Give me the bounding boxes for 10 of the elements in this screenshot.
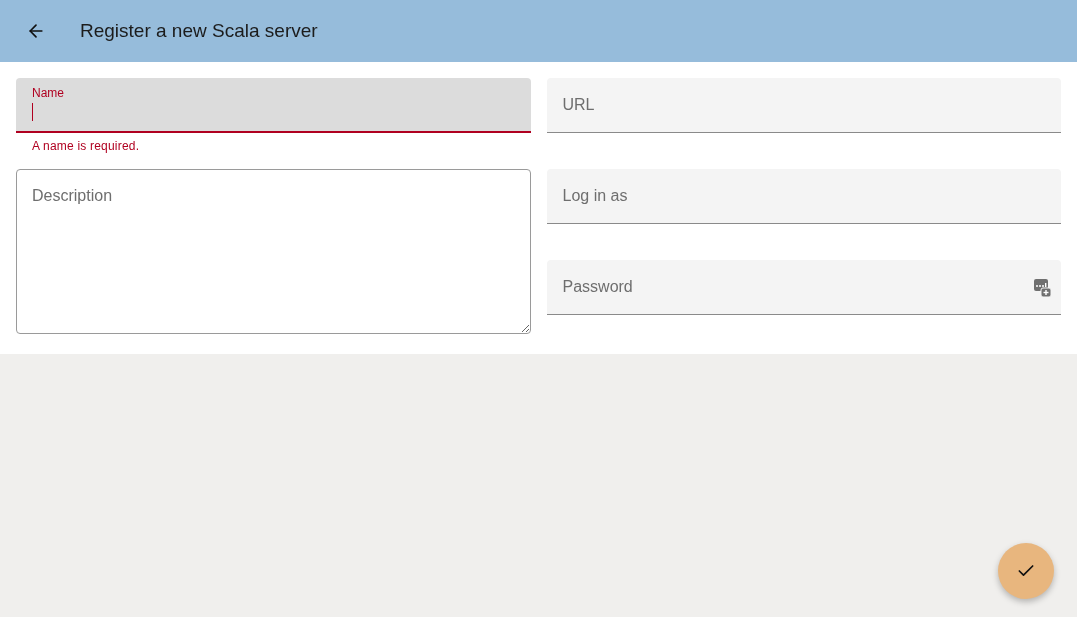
text-cursor [32,103,33,121]
text-field[interactable]: URL [546,78,1061,133]
text-field[interactable]: Name [16,78,531,133]
password-manager-icon[interactable] [1034,279,1051,297]
page-title: Register a new Scala server [80,18,318,43]
description-field[interactable]: Description [16,169,531,334]
password-field[interactable]: Password [546,260,1061,315]
text-field[interactable]: Log in as [546,169,1061,224]
error-message: A name is required. [32,139,140,153]
field-label: Name [32,85,64,101]
